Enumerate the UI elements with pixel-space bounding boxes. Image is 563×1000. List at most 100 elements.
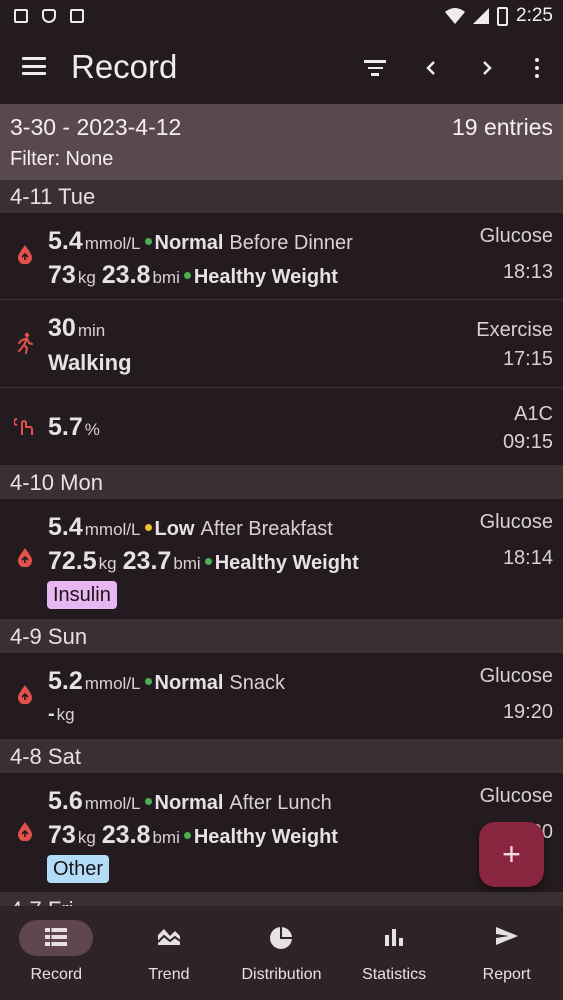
glucose-status: Normal	[154, 232, 224, 254]
glucose-entry[interactable]: 5.2 mmol/L Normal Snack - kg Glucose 19:…	[0, 653, 563, 740]
entry-time: 19:20	[502, 701, 553, 723]
activity-name: Walking	[48, 350, 132, 375]
signal-icon	[473, 8, 490, 24]
weight-status: Healthy Weight	[193, 826, 338, 848]
bmi-value: 23.8	[101, 261, 151, 289]
glucose-entry[interactable]: 5.4 mmol/L Normal Before Dinner 73 kg 23…	[0, 213, 563, 300]
entry-type: Glucose	[479, 511, 553, 533]
glucose-unit: mmol/L	[84, 674, 141, 693]
entry-time: 17:15	[502, 348, 553, 370]
status-bar: 2:25	[0, 0, 563, 32]
previous-button[interactable]	[415, 52, 447, 84]
weight-value: 72.5	[48, 547, 97, 575]
duration-unit: min	[77, 321, 106, 340]
status-dot	[144, 798, 152, 805]
meal-label: After Lunch	[229, 792, 332, 814]
a1c-value: 5.7	[48, 413, 83, 441]
day-header: 4-10 Mon	[0, 466, 563, 499]
finger-prick-icon	[13, 415, 36, 443]
insulin-tag: Insulin	[47, 581, 117, 609]
shield-notification-icon	[42, 9, 56, 23]
weight-status: Healthy Weight	[214, 552, 359, 574]
nav-label: Report	[482, 966, 531, 983]
weight-value: 73	[48, 821, 76, 849]
entry-type: A1C	[514, 403, 553, 425]
filter-status: Filter: None	[10, 148, 114, 170]
image-notification-icon	[14, 9, 28, 23]
status-dot	[183, 832, 191, 839]
nav-label: Trend	[148, 966, 190, 983]
app-bar: Record	[0, 32, 563, 104]
glucose-unit: mmol/L	[84, 520, 141, 539]
nav-trend[interactable]: Trend	[113, 906, 226, 1000]
nav-record[interactable]: Record	[0, 906, 113, 1000]
bmi-value: 23.8	[101, 821, 151, 849]
send-icon	[495, 926, 519, 952]
a1c-entry[interactable]: 5.7 % A1C 09:15	[0, 388, 563, 466]
entry-type: Glucose	[479, 785, 553, 807]
nav-statistics[interactable]: Statistics	[338, 906, 451, 1000]
glucose-unit: mmol/L	[84, 794, 141, 813]
status-dot	[144, 678, 152, 685]
more-options-button[interactable]	[521, 52, 553, 84]
blood-drop-icon	[14, 244, 36, 270]
pie-icon	[269, 926, 293, 956]
blood-drop-icon	[14, 821, 36, 847]
page-title: Record	[71, 48, 178, 85]
nav-report[interactable]: Report	[450, 906, 563, 1000]
bottom-navigation: Record Trend Distribution Statistics Rep…	[0, 906, 563, 1000]
entry-time: 18:13	[502, 261, 553, 283]
weight-unit: kg	[56, 705, 75, 724]
next-button[interactable]	[471, 52, 503, 84]
exercise-entry[interactable]: 30 min Walking Exercise 17:15	[0, 300, 563, 388]
entry-count: 19 entries	[451, 114, 553, 140]
glucose-unit: mmol/L	[84, 234, 141, 253]
nav-label: Statistics	[362, 966, 427, 983]
meal-label: Snack	[229, 672, 285, 694]
meal-label: Before Dinner	[229, 232, 353, 254]
nav-distribution[interactable]: Distribution	[225, 906, 338, 1000]
entry-type: Glucose	[479, 665, 553, 687]
entry-time: 09:15	[502, 431, 553, 453]
bmi-unit: bmi	[173, 554, 201, 573]
glucose-value: 5.2	[48, 667, 83, 695]
chevron-left-icon	[426, 61, 435, 75]
glucose-value: 5.4	[48, 227, 83, 255]
date-range: 3-30 - 2023-4-12	[10, 114, 182, 140]
weight-unit: kg	[98, 554, 117, 573]
app-notification-icon	[70, 9, 84, 23]
other-tag: Other	[47, 855, 110, 883]
weight-unit: kg	[77, 828, 96, 847]
a1c-unit: %	[84, 420, 100, 439]
menu-icon[interactable]	[22, 57, 46, 75]
status-dot	[144, 238, 152, 245]
battery-icon	[497, 6, 509, 26]
filter-button[interactable]	[359, 52, 391, 84]
bmi-unit: bmi	[152, 828, 180, 847]
bmi-value: 23.7	[122, 547, 172, 575]
status-dot	[144, 524, 152, 531]
entry-type: Exercise	[476, 319, 553, 341]
glucose-entry[interactable]: 5.4 mmol/L Low After Breakfast 72.5 kg 2…	[0, 499, 563, 620]
bmi-unit: bmi	[152, 268, 180, 287]
day-header: 4-8 Sat	[0, 740, 563, 773]
glucose-value: 5.6	[48, 787, 83, 815]
range-summary[interactable]: 3-30 - 2023-4-12 19 entries Filter: None	[0, 104, 563, 180]
weight-value: 73	[48, 261, 76, 289]
glucose-status: Low	[154, 518, 195, 540]
glucose-status: Normal	[154, 792, 224, 814]
filter-icon	[364, 60, 386, 76]
status-dot	[183, 272, 191, 279]
add-entry-button[interactable]: +	[479, 822, 544, 887]
entry-type: Glucose	[479, 225, 553, 247]
plus-icon: +	[502, 836, 521, 872]
more-vert-icon	[535, 58, 539, 78]
nav-label: Record	[30, 966, 83, 983]
running-icon	[14, 332, 36, 360]
status-time: 2:25	[516, 5, 553, 26]
entry-time: 18:14	[502, 547, 553, 569]
bar-chart-icon	[384, 926, 404, 952]
glucose-value: 5.4	[48, 513, 83, 541]
wifi-icon	[445, 8, 466, 24]
weight-unit: kg	[77, 268, 96, 287]
